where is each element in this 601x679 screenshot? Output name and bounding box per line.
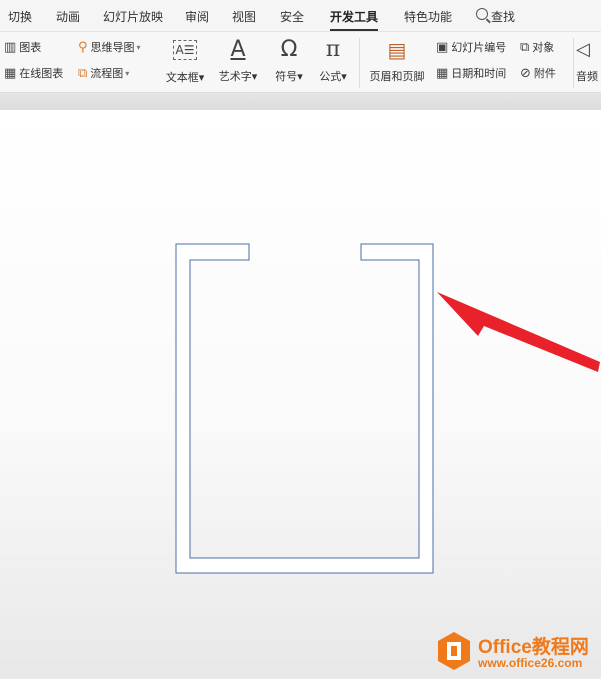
- header-footer-label: 页眉和页脚: [369, 70, 425, 83]
- menu-animation[interactable]: 动画: [56, 8, 80, 25]
- flowchart-label: 流程图: [90, 67, 124, 80]
- menu-view[interactable]: 视图: [232, 8, 256, 25]
- slide-drawing: [175, 243, 600, 574]
- chevron-down-icon: ▾: [198, 71, 205, 84]
- chevron-down-icon: ▾: [251, 70, 258, 83]
- wordart-button[interactable]: A 艺术字▾: [214, 37, 262, 84]
- attachment-button[interactable]: ⊘ 附件: [520, 65, 556, 81]
- chart-label: 图表: [19, 41, 42, 54]
- menu-developer-tools[interactable]: 开发工具: [330, 8, 379, 31]
- chart-button[interactable]: ▥ 图表: [4, 39, 41, 55]
- toolbar-divider: [359, 38, 360, 88]
- chevron-down-icon: ▾: [297, 70, 303, 83]
- formula-label: 公式: [319, 70, 342, 83]
- menu-special-features[interactable]: 特色功能: [404, 8, 452, 25]
- audio-label: 音频: [576, 70, 598, 83]
- online-chart-icon: ▦: [4, 65, 17, 81]
- menu-security[interactable]: 安全: [280, 8, 304, 25]
- wordart-label: 艺术字: [218, 70, 252, 83]
- bracket-frame-shape[interactable]: [175, 243, 434, 574]
- symbol-label: 符号: [275, 70, 298, 83]
- symbol-button[interactable]: Ω 符号▾: [268, 37, 310, 84]
- slide-number-icon: ▣: [436, 39, 449, 55]
- wordart-icon: A: [230, 37, 246, 62]
- menu-search[interactable]: 查找: [491, 8, 515, 25]
- datetime-label: 日期和时间: [451, 67, 507, 80]
- search-icon[interactable]: [476, 8, 488, 20]
- datetime-button[interactable]: ▦ 日期和时间: [436, 65, 506, 81]
- speaker-icon: ◁: [576, 39, 590, 60]
- red-pointer-arrow: [437, 292, 600, 372]
- menu-transition[interactable]: 切换: [8, 8, 32, 25]
- menu-slideshow[interactable]: 幻灯片放映: [103, 8, 163, 25]
- mindmap-button[interactable]: ⚲ 思维导图 ▾: [78, 39, 141, 55]
- bar-chart-icon: ▥: [4, 39, 17, 55]
- online-chart-button[interactable]: ▦ 在线图表: [4, 65, 63, 81]
- textbox-button[interactable]: A☰ 文本框▾: [161, 37, 209, 85]
- formula-button[interactable]: π 公式▾: [312, 37, 354, 84]
- omega-icon: Ω: [280, 37, 298, 62]
- online-chart-label: 在线图表: [19, 67, 64, 80]
- textbox-icon: A☰: [173, 40, 197, 60]
- watermark: Office教程网 www.office26.com: [436, 626, 601, 676]
- object-icon: ⧉: [520, 39, 530, 55]
- header-footer-button[interactable]: ▤ 页眉和页脚: [364, 37, 430, 84]
- textbox-label: 文本框: [165, 71, 199, 84]
- ribbon-toolbar: ▥ 图表 ▦ 在线图表 ⚲ 思维导图 ▾ ⧉ 流程图 ▾ A☰ 文本框▾ A 艺…: [0, 32, 601, 93]
- audio-button[interactable]: ◁ 音频: [576, 37, 601, 84]
- slide-area-margin: [0, 93, 601, 110]
- object-button[interactable]: ⧉ 对象: [520, 39, 554, 55]
- pi-icon: π: [325, 37, 341, 62]
- paperclip-icon: ⊘: [520, 65, 531, 81]
- flowchart-icon: ⧉: [78, 65, 88, 81]
- chevron-down-icon: ▾: [136, 42, 141, 52]
- mindmap-icon: ⚲: [78, 39, 88, 55]
- watermark-title: Office教程网: [478, 637, 589, 658]
- chevron-down-icon: ▾: [125, 68, 130, 78]
- slide-number-button[interactable]: ▣ 幻灯片编号: [436, 39, 506, 55]
- watermark-url: www.office26.com: [478, 656, 583, 670]
- slide-canvas[interactable]: [0, 110, 601, 679]
- header-footer-icon: ▤: [387, 38, 407, 62]
- calendar-icon: ▦: [436, 65, 449, 81]
- menu-review[interactable]: 审阅: [185, 8, 209, 25]
- menu-bar: 切换 动画 幻灯片放映 审阅 视图 安全 开发工具 特色功能 查找: [0, 0, 601, 32]
- mindmap-label: 思维导图: [90, 41, 135, 54]
- object-label: 对象: [532, 41, 555, 54]
- slide-number-label: 幻灯片编号: [451, 41, 507, 54]
- office-logo-icon: [438, 632, 470, 670]
- chevron-down-icon: ▾: [341, 70, 347, 83]
- flowchart-button[interactable]: ⧉ 流程图 ▾: [78, 65, 129, 81]
- toolbar-divider: [573, 38, 574, 88]
- attachment-label: 附件: [533, 67, 556, 80]
